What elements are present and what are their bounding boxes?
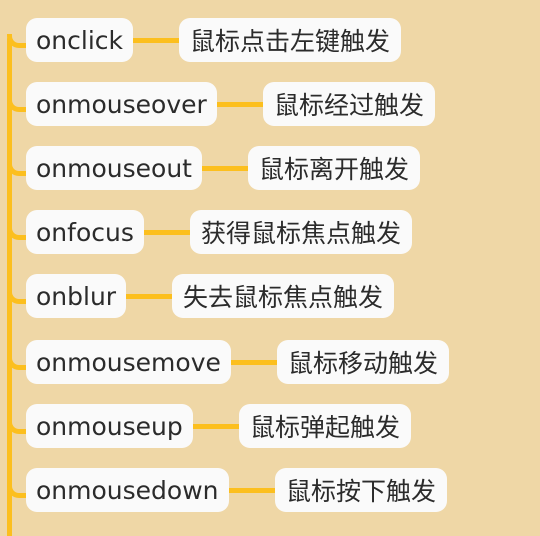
- branch-link: [133, 38, 179, 43]
- description-node[interactable]: 鼠标点击左键触发: [179, 18, 402, 62]
- event-node[interactable]: onmouseup: [26, 404, 193, 448]
- event-node[interactable]: onmousedown: [26, 468, 229, 512]
- branch-link: [144, 230, 190, 235]
- event-node[interactable]: onclick: [26, 18, 133, 62]
- description-node[interactable]: 获得鼠标焦点触发: [190, 210, 413, 254]
- description-node[interactable]: 鼠标经过触发: [263, 82, 436, 126]
- description-node[interactable]: 失去鼠标焦点触发: [172, 274, 395, 318]
- event-node[interactable]: onmouseout: [26, 146, 202, 190]
- description-node[interactable]: 鼠标按下触发: [275, 468, 448, 512]
- branch-link: [193, 424, 239, 429]
- description-node[interactable]: 鼠标弹起触发: [239, 404, 412, 448]
- event-node[interactable]: onmouseover: [26, 82, 217, 126]
- description-node[interactable]: 鼠标离开触发: [248, 146, 421, 190]
- branch-onmouseover: onmouseover 鼠标经过触发: [0, 76, 540, 132]
- branch-link: [126, 294, 172, 299]
- branch-link: [231, 360, 277, 365]
- branch-link: [217, 102, 263, 107]
- branch-onmouseup: onmouseup 鼠标弹起触发: [0, 398, 540, 454]
- branch-link: [202, 166, 248, 171]
- branch-onfocus: onfocus 获得鼠标焦点触发: [0, 204, 540, 260]
- event-node[interactable]: onmousemove: [26, 340, 231, 384]
- branch-onclick: onclick 鼠标点击左键触发: [0, 12, 540, 68]
- branch-link: [229, 488, 275, 493]
- description-node[interactable]: 鼠标移动触发: [277, 340, 450, 384]
- mind-map: onclick 鼠标点击左键触发 onmouseover 鼠标经过触发 onmo…: [0, 0, 540, 536]
- event-node[interactable]: onblur: [26, 274, 127, 318]
- branch-onmousedown: onmousedown 鼠标按下触发: [0, 462, 540, 518]
- branch-onmouseout: onmouseout 鼠标离开触发: [0, 140, 540, 196]
- branch-onblur: onblur 失去鼠标焦点触发: [0, 268, 540, 324]
- branch-onmousemove: onmousemove 鼠标移动触发: [0, 334, 540, 390]
- event-node[interactable]: onfocus: [26, 210, 144, 254]
